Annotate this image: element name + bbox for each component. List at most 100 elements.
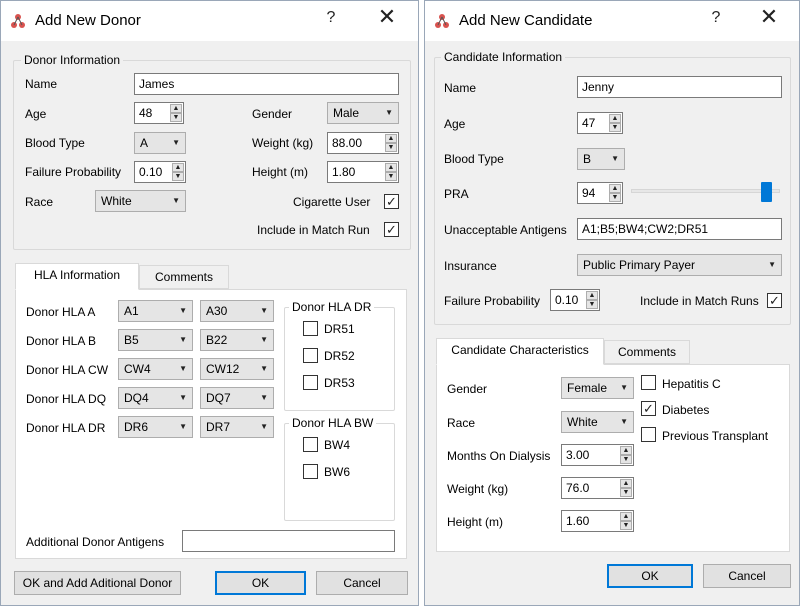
spin-up-icon[interactable]: ▲	[620, 446, 632, 455]
spin-up-icon[interactable]: ▲	[620, 512, 632, 521]
candidate-gender-value: Female	[567, 381, 608, 395]
donor-cancel-button[interactable]: Cancel	[316, 571, 408, 595]
donor-hla-bw-group-title: Donor HLA BW	[289, 416, 377, 430]
donor-blood-type-select[interactable]: A ▼	[134, 132, 186, 154]
diabetes-label: Diabetes	[662, 403, 710, 417]
pra-slider-track[interactable]	[631, 189, 780, 193]
spin-up-icon[interactable]: ▲	[385, 163, 397, 172]
bw6-checkbox[interactable]	[303, 464, 318, 479]
add-donor-window: Add New Donor ? ✕ Donor Information Name…	[0, 0, 419, 606]
spin-down-icon[interactable]: ▼	[170, 113, 182, 122]
chevron-down-icon: ▼	[768, 260, 776, 269]
hla-b-select-2[interactable]: B22 ▼	[200, 329, 274, 351]
unacceptable-antigens-label: Unacceptable Antigens	[444, 223, 567, 237]
dr53-checkbox[interactable]	[303, 375, 318, 390]
donor-title-bar[interactable]: Add New Donor ? ✕	[1, 1, 418, 41]
help-icon[interactable]: ?	[706, 9, 726, 27]
hla-dr-select-2[interactable]: DR7 ▼	[200, 416, 274, 438]
spin-down-icon[interactable]: ▼	[609, 123, 621, 132]
candidate-ok-button[interactable]: OK	[607, 564, 693, 588]
spin-up-icon[interactable]: ▲	[586, 291, 598, 300]
unacceptable-antigens-field[interactable]: A1;B5;BW4;CW2;DR51	[577, 218, 782, 240]
donor-window-title: Add New Donor	[35, 12, 141, 29]
spin-down-icon[interactable]: ▼	[172, 172, 184, 181]
donor-age-spinbox[interactable]: 48 ▲ ▼	[134, 102, 184, 124]
candidate-age-spinbox[interactable]: 47 ▲ ▼	[577, 112, 623, 134]
candidate-race-select[interactable]: White ▼	[561, 411, 634, 433]
candidate-title-bar[interactable]: Add New Candidate ? ✕	[425, 1, 799, 41]
chevron-down-icon: ▼	[179, 422, 187, 431]
donor-height-spinbox[interactable]: 1.80 ▲ ▼	[327, 161, 399, 183]
hla-dq-select-1[interactable]: DQ4 ▼	[118, 387, 193, 409]
hla-cw-value-1: CW4	[124, 362, 151, 376]
spin-down-icon[interactable]: ▼	[385, 172, 397, 181]
hla-dq-value-1: DQ4	[124, 391, 149, 405]
pra-slider-thumb[interactable]	[760, 182, 772, 202]
previous-transplant-checkbox[interactable]	[641, 427, 656, 442]
candidate-failure-probability-spinbox[interactable]: 0.10 ▲ ▼	[550, 289, 600, 311]
candidate-gender-select[interactable]: Female ▼	[561, 377, 634, 399]
hla-cw-select-2[interactable]: CW12 ▼	[200, 358, 274, 380]
failure-probability-label: Failure Probability	[25, 165, 122, 179]
add-candidate-window: Add New Candidate ? ✕ Candidate Informat…	[424, 0, 800, 606]
spin-down-icon[interactable]: ▼	[620, 455, 632, 464]
include-in-match-runs-label: Include in Match Runs	[640, 294, 759, 308]
hla-dq-select-2[interactable]: DQ7 ▼	[200, 387, 274, 409]
tab-hla-information[interactable]: HLA Information	[15, 263, 139, 290]
candidate-blood-type-select[interactable]: B ▼	[577, 148, 625, 170]
hla-a-select-1[interactable]: A1 ▼	[118, 300, 193, 322]
spin-down-icon[interactable]: ▼	[620, 488, 632, 497]
donor-gender-select[interactable]: Male ▼	[327, 102, 399, 124]
donor-ok-button[interactable]: OK	[215, 571, 306, 595]
hla-dr-select-1[interactable]: DR6 ▼	[118, 416, 193, 438]
hla-cw-label: Donor HLA CW	[26, 363, 109, 377]
spin-down-icon[interactable]: ▼	[620, 521, 632, 530]
donor-weight-spinbox[interactable]: 88.00 ▲ ▼	[327, 132, 399, 154]
candidate-race-value: White	[567, 415, 598, 429]
spin-up-icon[interactable]: ▲	[620, 479, 632, 488]
donor-race-select[interactable]: White ▼	[95, 190, 186, 212]
spin-down-icon[interactable]: ▼	[609, 193, 621, 202]
hepatitis-c-checkbox[interactable]	[641, 375, 656, 390]
candidate-height-spinbox[interactable]: 1.60 ▲ ▼	[561, 510, 634, 532]
insurance-select[interactable]: Public Primary Payer ▼	[577, 254, 782, 276]
help-icon[interactable]: ?	[321, 9, 341, 27]
tab-comments[interactable]: Comments	[139, 265, 229, 289]
chevron-down-icon: ▼	[179, 393, 187, 402]
close-icon[interactable]: ✕	[757, 5, 781, 30]
spin-down-icon[interactable]: ▼	[385, 143, 397, 152]
dr52-checkbox[interactable]	[303, 348, 318, 363]
hla-cw-select-1[interactable]: CW4 ▼	[118, 358, 193, 380]
donor-race-value: White	[101, 194, 132, 208]
donor-failure-probability-spinbox[interactable]: 0.10 ▲ ▼	[134, 161, 186, 183]
tab-candidate-characteristics[interactable]: Candidate Characteristics	[436, 338, 604, 365]
tab-comments[interactable]: Comments	[604, 340, 690, 364]
candidate-cancel-button[interactable]: Cancel	[703, 564, 791, 588]
spin-up-icon[interactable]: ▲	[609, 184, 621, 193]
close-icon[interactable]: ✕	[375, 5, 399, 30]
hla-b-select-1[interactable]: B5 ▼	[118, 329, 193, 351]
hepatitis-c-label: Hepatitis C	[662, 377, 721, 391]
additional-donor-antigens-field[interactable]	[182, 530, 395, 552]
include-in-match-run-checkbox[interactable]: ✓	[384, 222, 399, 237]
bw4-checkbox[interactable]	[303, 437, 318, 452]
spin-up-icon[interactable]: ▲	[170, 104, 182, 113]
spin-up-icon[interactable]: ▲	[385, 134, 397, 143]
spin-up-icon[interactable]: ▲	[609, 114, 621, 123]
candidate-name-field[interactable]: Jenny	[577, 76, 782, 98]
diabetes-checkbox[interactable]: ✓	[641, 401, 656, 416]
months-on-dialysis-spinbox[interactable]: 3.00 ▲ ▼	[561, 444, 634, 466]
dr51-checkbox[interactable]	[303, 321, 318, 336]
pra-spinbox[interactable]: 94 ▲ ▼	[577, 182, 623, 204]
donor-name-field[interactable]: James	[134, 73, 399, 95]
chevron-down-icon: ▼	[620, 383, 628, 392]
donor-height-value: 1.80	[332, 165, 356, 179]
spin-down-icon[interactable]: ▼	[586, 300, 598, 309]
include-in-match-runs-checkbox[interactable]: ✓	[767, 293, 782, 308]
candidate-weight-spinbox[interactable]: 76.0 ▲ ▼	[561, 477, 634, 499]
cigarette-user-checkbox[interactable]: ✓	[384, 194, 399, 209]
spin-up-icon[interactable]: ▲	[172, 163, 184, 172]
hla-b-value-2: B22	[206, 333, 228, 347]
ok-and-add-additional-donor-button[interactable]: OK and Add Aditional Donor	[14, 571, 181, 595]
hla-a-select-2[interactable]: A30 ▼	[200, 300, 274, 322]
